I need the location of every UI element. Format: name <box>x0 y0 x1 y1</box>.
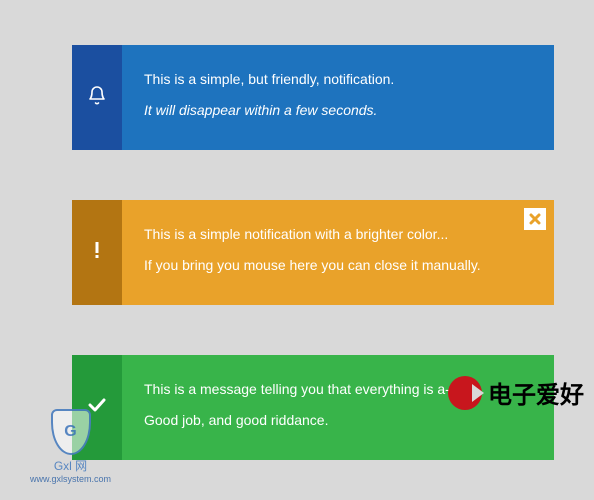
notification-line2: It will disappear within a few seconds. <box>144 100 532 121</box>
notification-icon-column <box>72 200 122 305</box>
notification-line1: This is a simple notification with a bri… <box>144 224 532 245</box>
c-logo-icon <box>448 376 482 410</box>
watermark-left-logo: G Gxl 网 www.gxlsystem.com <box>30 409 111 484</box>
watermark-right-logo: 电子爱好 <box>448 375 584 410</box>
notification-body: This is a simple notification with a bri… <box>122 200 554 305</box>
close-button[interactable] <box>524 208 546 230</box>
notification-icon-column <box>72 45 122 150</box>
bell-icon <box>87 84 107 111</box>
notification-info: This is a simple, but friendly, notifica… <box>72 45 554 150</box>
watermark-right-text: 电子爱好 <box>488 375 584 410</box>
watermark-left-subtext: www.gxlsystem.com <box>30 474 111 484</box>
close-icon <box>529 213 541 225</box>
notification-line2: If you bring you mouse here you can clos… <box>144 255 532 276</box>
notification-line2: Good job, and good riddance. <box>144 410 532 431</box>
notification-body: This is a simple, but friendly, notifica… <box>122 45 554 150</box>
notification-warning: This is a simple notification with a bri… <box>72 200 554 305</box>
watermark-left-text: Gxl 网 <box>54 457 87 474</box>
exclamation-icon <box>93 240 101 265</box>
shield-icon: G <box>51 409 91 455</box>
notification-line1: This is a simple, but friendly, notifica… <box>144 69 532 90</box>
